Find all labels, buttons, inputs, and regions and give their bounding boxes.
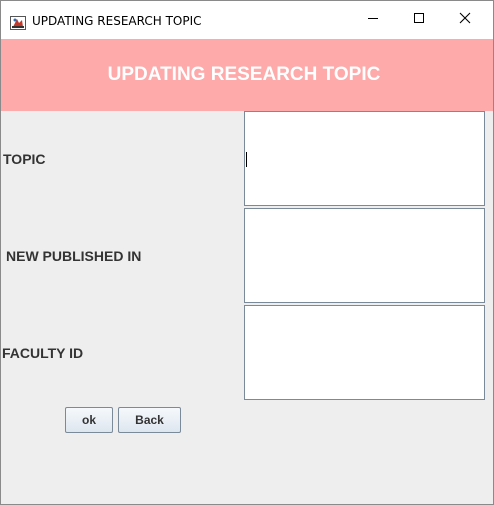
minimize-button[interactable] (350, 1, 396, 39)
app-window: UPDATING RESEARCH TOPIC UPDATING RESEARC… (0, 0, 494, 505)
header-title: UPDATING RESEARCH TOPIC (108, 64, 381, 86)
minimize-icon (367, 11, 379, 29)
new-published-in-input[interactable] (244, 208, 485, 303)
faculty-id-input[interactable] (244, 305, 485, 400)
java-app-icon (10, 15, 26, 31)
maximize-icon (413, 11, 425, 29)
topic-input[interactable] (244, 111, 485, 206)
close-button[interactable] (442, 1, 488, 39)
window-title: UPDATING RESEARCH TOPIC (32, 14, 202, 28)
faculty-id-label: FACULTY ID (2, 345, 83, 361)
new-published-in-label: NEW PUBLISHED IN (6, 248, 141, 264)
ok-button[interactable]: ok (65, 407, 113, 433)
header-banner: UPDATING RESEARCH TOPIC (1, 39, 493, 111)
back-button[interactable]: Back (118, 407, 181, 433)
close-icon (459, 11, 471, 29)
title-bar[interactable]: UPDATING RESEARCH TOPIC (1, 1, 493, 39)
text-caret (246, 152, 247, 167)
topic-label: TOPIC (3, 151, 46, 167)
maximize-button[interactable] (396, 1, 442, 39)
